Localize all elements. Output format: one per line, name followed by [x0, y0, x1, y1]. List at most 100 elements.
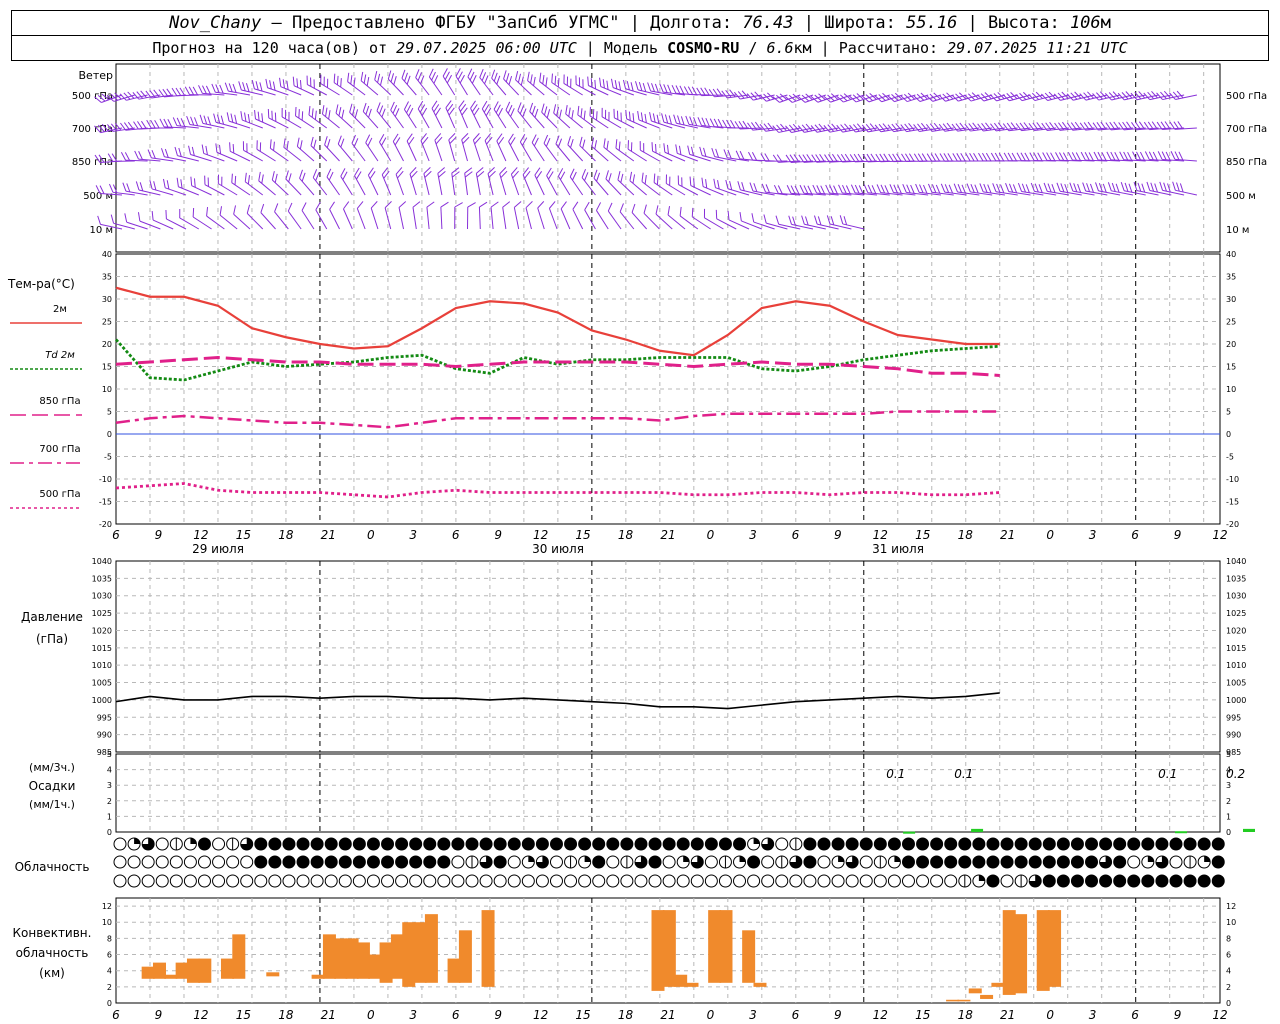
wind-barb-flag: [629, 171, 633, 181]
temp-legend-label: 850 гПа: [39, 396, 80, 407]
cloud-circle: [451, 837, 465, 851]
wind-barb-flag: [433, 104, 440, 113]
cloud-symbol: [803, 837, 817, 851]
convective-bar: [152, 962, 166, 979]
precip-ytick-right: 3: [1226, 781, 1231, 790]
wind-barb-flag: [974, 184, 979, 194]
wind-barb-flag: [1024, 152, 1030, 161]
wind-barb-flag: [687, 145, 691, 155]
convective-bar: [402, 922, 416, 987]
precip-ytick: 5: [107, 750, 112, 759]
wind-barb-flag: [247, 175, 250, 185]
wind-barb-flag: [664, 114, 669, 124]
wind-barb-flag: [644, 175, 647, 185]
wind-barb: [631, 203, 648, 230]
temp-ytick-right: 0: [1226, 430, 1231, 439]
cloud-symbol: [395, 855, 409, 869]
cloud-circle: [1113, 874, 1127, 888]
cloud-symbol: [1169, 874, 1183, 888]
wind-barb-flag: [514, 201, 522, 208]
wind-barb-shaft: [340, 176, 353, 196]
wind-barb-flag: [953, 183, 959, 193]
temp-ytick: -20: [99, 520, 112, 529]
cloud-circle: [240, 874, 254, 888]
cloud-symbol: [1085, 874, 1099, 888]
wind-barb-flag: [715, 148, 720, 158]
wind-barb-flag: [915, 183, 920, 193]
wind-barb-flag: [274, 173, 278, 183]
wind-barb-flag: [1141, 183, 1146, 193]
wind-barb-flag: [340, 78, 342, 88]
pressure-ytick-right: 1025: [1226, 609, 1246, 618]
wind-barb-flag: [255, 81, 259, 91]
wind-barb-flag: [637, 110, 640, 121]
cloud-symbol: [887, 855, 901, 869]
wind-barb-flag: [880, 184, 886, 194]
cloud-symbol: [704, 855, 718, 869]
wind-barb-flag: [618, 81, 622, 91]
wind-barb-flag: [517, 73, 522, 83]
wind-barb-flag: [1086, 183, 1091, 192]
wind-barb-flag: [596, 172, 601, 182]
convective-bar: [266, 972, 280, 977]
wind-barb-shaft: [605, 178, 622, 196]
wind-barb: [329, 201, 340, 230]
wind-barb-flag: [704, 87, 710, 96]
temp-legend-label: Td 2м: [45, 350, 75, 361]
wind-barb-flag: [656, 175, 659, 185]
cloud-symbol: [859, 874, 873, 888]
convective-ytick: 0: [107, 999, 112, 1008]
cloud-symbol: [1211, 855, 1225, 869]
wind-barb: [445, 100, 456, 129]
wind-barb-flag: [1139, 151, 1145, 161]
wind-barb: [560, 201, 571, 230]
wind-barb-flag: [233, 205, 237, 215]
wind-barb-flag: [353, 77, 356, 87]
wind-barb-flag: [310, 136, 314, 146]
cloud-symbol: [282, 855, 296, 869]
wind-barb-flag: [703, 147, 707, 157]
cloud-symbol: [606, 837, 620, 851]
temp-ytick-right: 35: [1226, 273, 1236, 282]
wind-barb-flag: [315, 172, 320, 181]
cloud-symbol: [944, 855, 958, 869]
wind-barb-flag: [296, 137, 300, 147]
wind-barb: [481, 100, 494, 129]
wind-barb-flag: [347, 72, 350, 82]
wind-barb-flag: [390, 101, 395, 111]
convective-bar: [186, 958, 200, 983]
cloud-symbol: [634, 855, 648, 869]
cloud-symbol: [648, 874, 662, 888]
cloud-circle: [1141, 837, 1155, 851]
wind-barb-shaft: [741, 220, 762, 230]
wind-barb-flag: [286, 140, 289, 150]
wind-barb-shaft: [395, 174, 404, 196]
wind-barb: [110, 214, 135, 230]
cloud-symbol: [465, 837, 479, 851]
cloud-circle: [648, 874, 662, 888]
wind-barb-flag: [592, 109, 595, 119]
wind-barb: [269, 139, 289, 162]
wind-barb-flag: [190, 116, 195, 126]
wind-barb: [231, 173, 251, 196]
wind-barb-flag: [581, 169, 587, 178]
cloud-mark: [683, 856, 690, 862]
wind-barb-flag: [1071, 152, 1077, 161]
wind-barb-flag: [261, 174, 264, 184]
temp-xtick: 12: [193, 528, 208, 542]
cloud-circle: [451, 855, 465, 869]
wind-barb-flag: [162, 178, 166, 188]
pressure-ytick-right: 995: [1226, 713, 1241, 722]
cloud-symbol: [704, 837, 718, 851]
wind-barb-flag: [1114, 152, 1120, 161]
wind-barb-shaft: [326, 176, 340, 196]
wind-barb: [502, 201, 511, 230]
wind-barb: [160, 148, 187, 162]
wind-barb-flag: [533, 137, 539, 147]
wind-barb-flag: [231, 173, 233, 183]
cloud-symbol: [493, 874, 507, 888]
wind-barb-flag: [833, 185, 838, 194]
wind-barb-shaft: [472, 139, 481, 162]
wind-barb-flag: [326, 139, 331, 148]
wind-barb-flag: [897, 184, 902, 194]
